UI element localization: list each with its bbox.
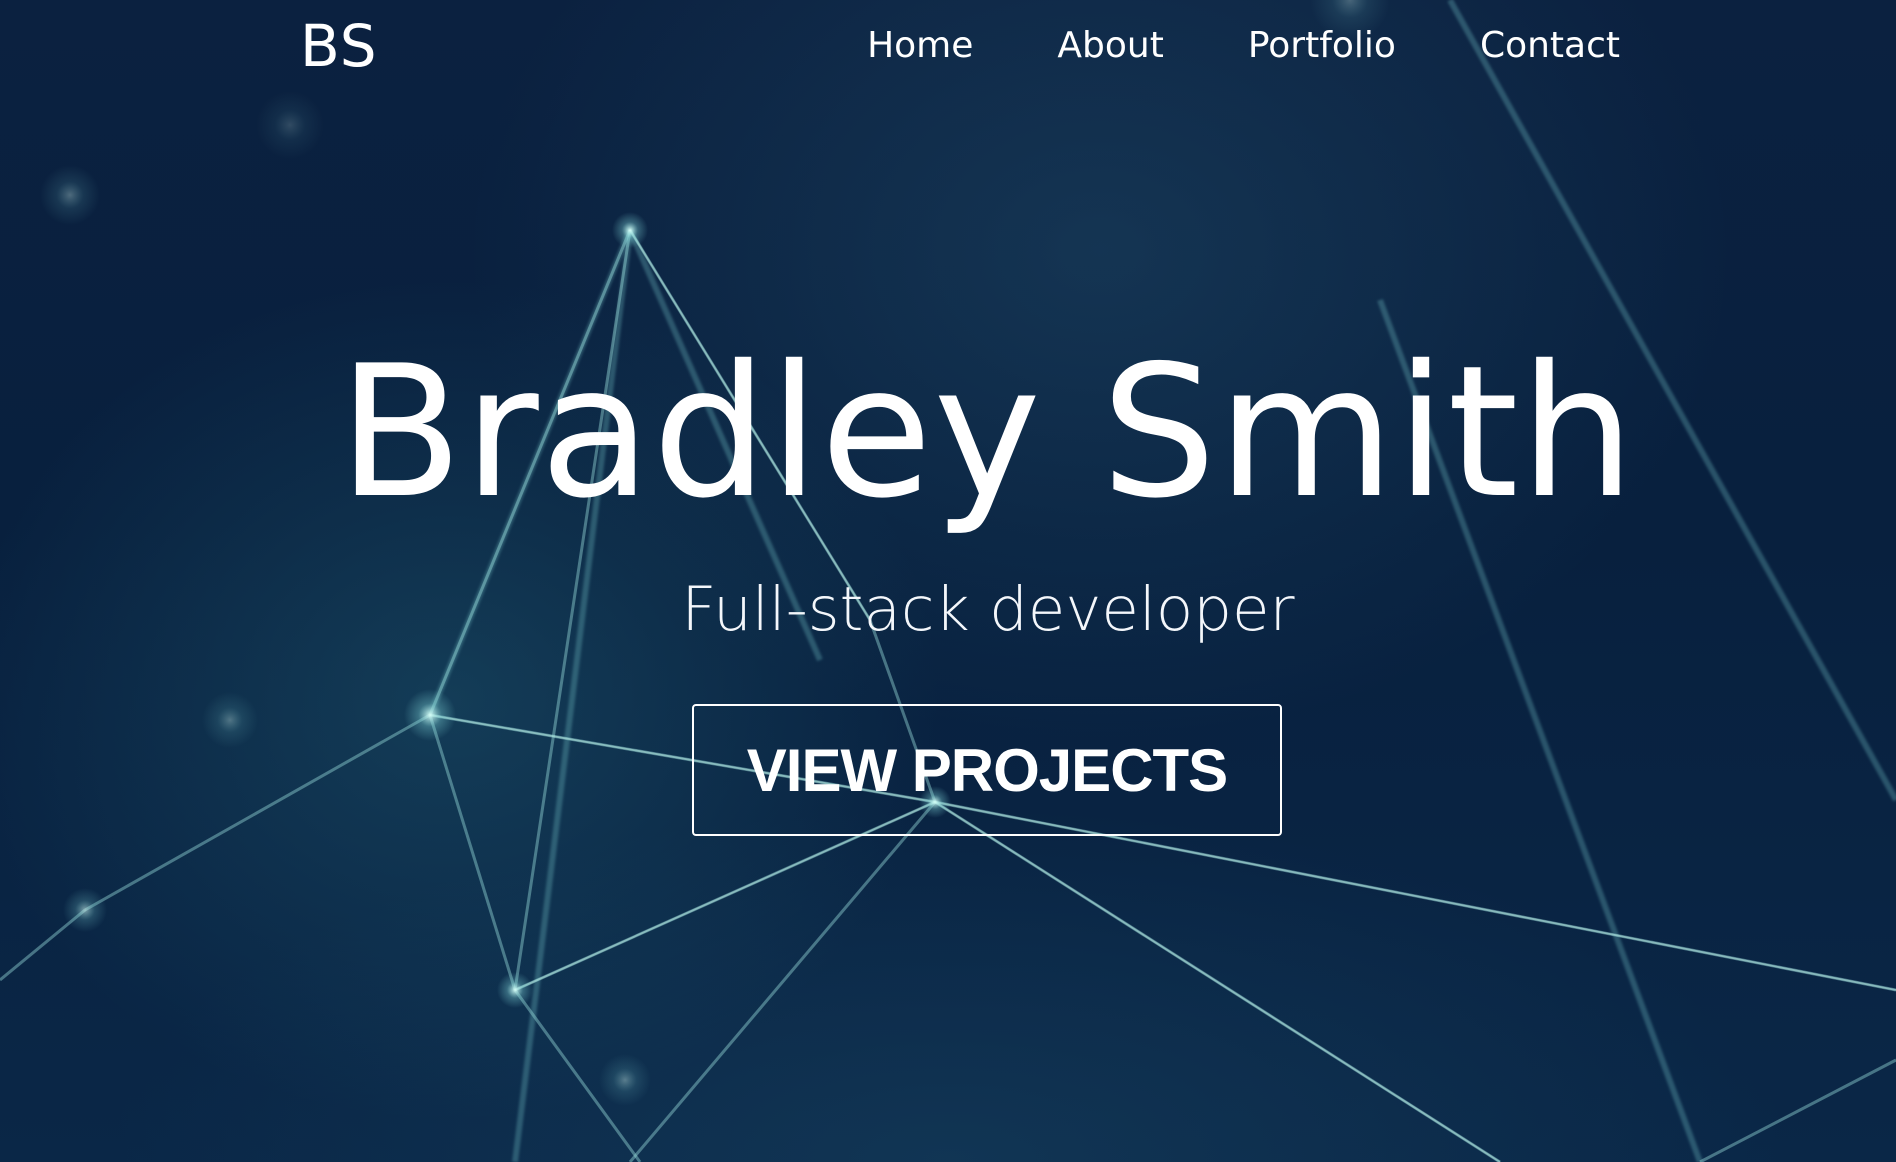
network-nodes: [40, 0, 1390, 1106]
view-projects-button[interactable]: VIEW PROJECTS: [692, 704, 1282, 836]
nav-links: Home About Portfolio Contact: [867, 22, 1620, 70]
nav-link-about[interactable]: About: [1057, 22, 1163, 70]
nav-link-portfolio[interactable]: Portfolio: [1248, 22, 1396, 70]
hero-section: BS Home About Portfolio Contact Bradley …: [0, 0, 1896, 1162]
nav-link-contact[interactable]: Contact: [1480, 22, 1620, 70]
hero-name: Bradley Smith: [338, 326, 1636, 538]
top-navigation: BS Home About Portfolio Contact: [0, 0, 1896, 92]
nav-link-home[interactable]: Home: [867, 22, 973, 70]
hero-subtitle: Full-stack developer: [681, 574, 1295, 645]
site-logo[interactable]: BS: [300, 8, 378, 84]
